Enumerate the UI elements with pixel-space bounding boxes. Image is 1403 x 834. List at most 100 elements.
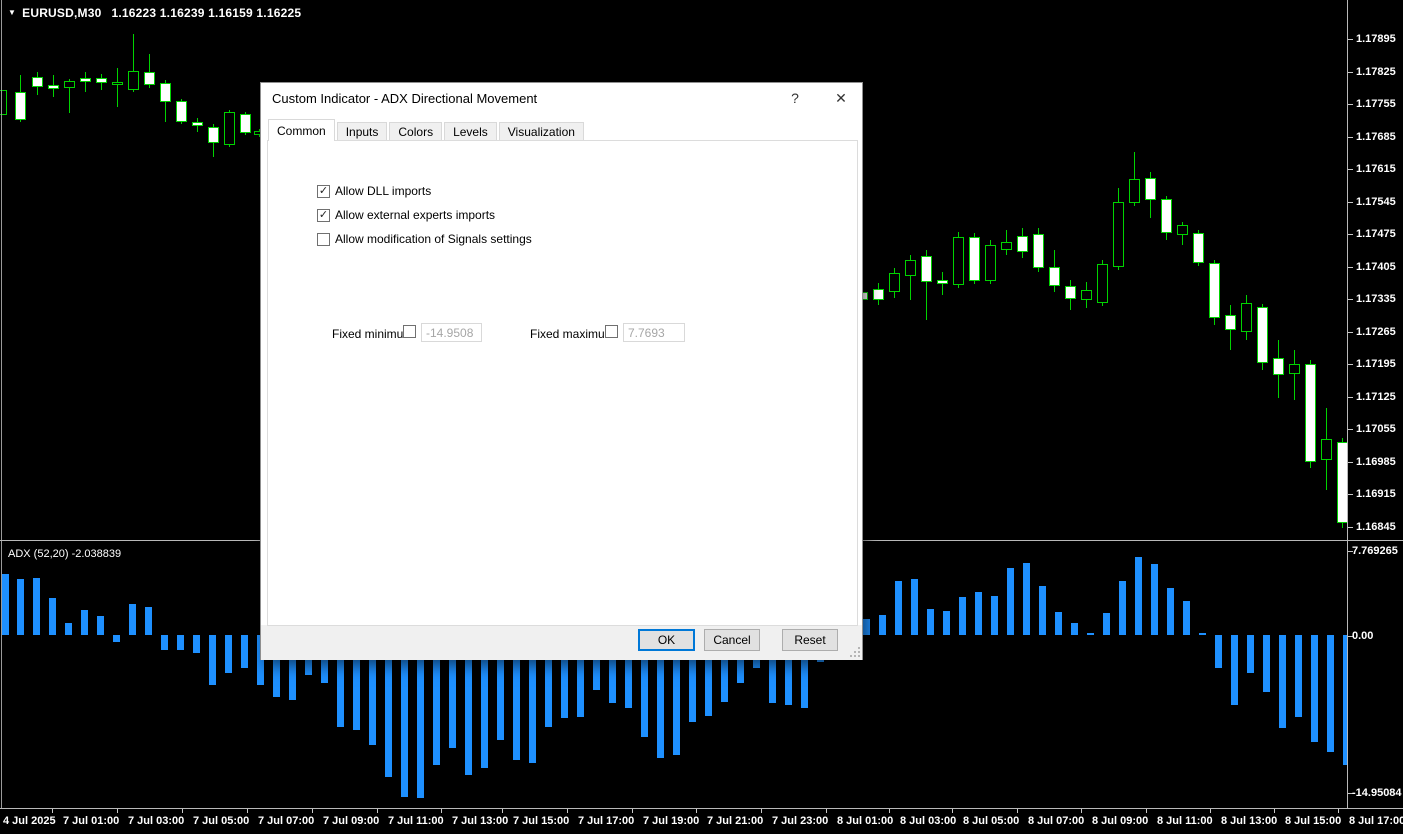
dialog-title-bar[interactable]: Custom Indicator - ADX Directional Movem… [261, 83, 862, 115]
candle [224, 112, 235, 145]
histogram-bar [193, 635, 200, 653]
tab-inputs[interactable]: Inputs [336, 122, 388, 141]
candle [953, 237, 964, 285]
candle [1033, 234, 1044, 268]
time-tick-label: 4 Jul 2025 [3, 815, 56, 827]
candle [1161, 199, 1172, 233]
histogram-bar [1247, 635, 1254, 673]
histogram-bar [145, 607, 152, 635]
option-row: Allow modification of Signals settings [317, 232, 532, 246]
histogram-bar [1103, 613, 1110, 635]
time-tick-label: 8 Jul 01:00 [837, 815, 894, 827]
histogram-bar [1311, 635, 1318, 742]
candle-wick [1294, 350, 1295, 400]
price-tick-label: 1.17405 [1356, 261, 1396, 273]
histogram-bar [225, 635, 232, 673]
time-tick-label: 8 Jul 15:00 [1285, 815, 1342, 827]
histogram-bar [1167, 588, 1174, 635]
cancel-button[interactable]: Cancel [704, 629, 760, 651]
histogram-bar [911, 579, 918, 635]
histogram-bar [1055, 612, 1062, 635]
time-tick [52, 809, 53, 813]
histogram-bar [895, 581, 902, 635]
candle [144, 72, 155, 85]
histogram-bar [241, 635, 248, 668]
tab-visualization[interactable]: Visualization [498, 122, 584, 141]
time-tick-label: 7 Jul 19:00 [643, 815, 700, 827]
time-tick [247, 809, 248, 813]
checkbox-checked[interactable]: ✓ [317, 208, 330, 222]
candle [1049, 267, 1060, 286]
price-tick [1348, 364, 1353, 365]
tab-levels[interactable]: Levels [444, 122, 497, 141]
candle [1113, 202, 1124, 267]
option-label: Allow modification of Signals settings [335, 232, 532, 246]
fixed-field-checkbox[interactable] [403, 325, 416, 338]
price-tick [1348, 39, 1353, 40]
time-tick-label: 7 Jul 23:00 [772, 815, 829, 827]
time-tick-label: 7 Jul 09:00 [323, 815, 380, 827]
candle [1289, 364, 1300, 374]
time-tick [1017, 809, 1018, 813]
resize-grip-icon[interactable] [850, 647, 860, 657]
candle [32, 77, 43, 87]
price-tick [1348, 494, 1353, 495]
histogram-bar [2, 574, 9, 635]
histogram-bar [209, 635, 216, 685]
time-tick [1081, 809, 1082, 813]
ohlc-quotes: 1.16223 1.16239 1.16159 1.16225 [111, 6, 302, 20]
price-tick-label: 1.16985 [1356, 456, 1396, 468]
histogram-bar [17, 579, 24, 635]
candle [1241, 303, 1252, 332]
candle [873, 289, 884, 300]
ok-button[interactable]: OK [638, 629, 695, 651]
indicator-tick-label: 7.769265 [1352, 545, 1398, 557]
histogram-bar [1071, 623, 1078, 635]
close-icon[interactable]: ✕ [821, 83, 861, 113]
tab-colors[interactable]: Colors [389, 122, 443, 141]
candle [240, 114, 251, 133]
time-tick [117, 809, 118, 813]
histogram-bar [1087, 633, 1094, 635]
candle [1001, 242, 1012, 250]
time-tick-label: 7 Jul 07:00 [258, 815, 315, 827]
price-tick-label: 1.17825 [1356, 66, 1396, 78]
time-tick [1210, 809, 1211, 813]
candle [1017, 236, 1028, 252]
candle [1337, 442, 1347, 523]
chevron-down-icon[interactable]: ▼ [8, 8, 16, 17]
common-tab-panel: ✓ Allow DLL imports ✓ Allow external expert… [267, 140, 858, 626]
candle [921, 256, 932, 282]
price-tick-label: 1.17545 [1356, 196, 1396, 208]
histogram-bar [177, 635, 184, 650]
dialog-footer: OK Cancel Reset [261, 625, 862, 660]
reset-button[interactable]: Reset [782, 629, 838, 651]
price-tick-label: 1.16915 [1356, 488, 1396, 500]
tab-common[interactable]: Common [268, 119, 335, 141]
checkbox-unchecked[interactable] [317, 232, 330, 246]
price-tick-label: 1.17685 [1356, 131, 1396, 143]
time-tick [889, 809, 890, 813]
fixed-field-checkbox[interactable] [605, 325, 618, 338]
time-tick [377, 809, 378, 813]
candle [1097, 264, 1108, 303]
candle [1145, 178, 1156, 200]
help-button[interactable]: ? [779, 83, 811, 113]
fixed-field-input[interactable] [421, 323, 482, 342]
candle [48, 85, 59, 89]
price-tick-label: 1.17195 [1356, 358, 1396, 370]
price-tick [1348, 72, 1353, 73]
terminal-window: ▼ EURUSD,M30 1.16223 1.16239 1.16159 1.162… [0, 0, 1403, 834]
checkbox-checked[interactable]: ✓ [317, 184, 330, 198]
histogram-bar [1231, 635, 1238, 705]
price-tick [1348, 397, 1353, 398]
histogram-bar [1215, 635, 1222, 668]
candle [1209, 263, 1220, 318]
time-tick-label: 8 Jul 09:00 [1092, 815, 1149, 827]
candle [112, 82, 123, 85]
time-tick [502, 809, 503, 813]
chart-symbol-header: ▼ EURUSD,M30 1.16223 1.16239 1.16159 1.162… [8, 6, 301, 20]
fixed-field-input[interactable] [623, 323, 685, 342]
histogram-bar [49, 598, 56, 635]
price-tick-label: 1.16845 [1356, 521, 1396, 533]
